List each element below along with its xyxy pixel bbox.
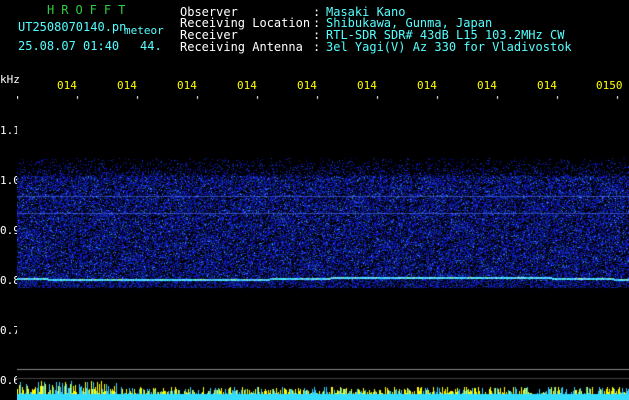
spectrogram-plot: [17, 96, 629, 400]
time-tick: 014: [117, 79, 137, 92]
brand-title: HROFFT: [47, 3, 133, 17]
time-tick: 014: [537, 79, 557, 92]
time-tick: 014: [477, 79, 497, 92]
info-label-antenna: Receiving Antenna: [180, 40, 303, 54]
time-tick: 014: [237, 79, 257, 92]
time-tick: 014: [177, 79, 197, 92]
meteor-count: 44.: [140, 39, 162, 53]
meteor-label: meteor: [124, 24, 164, 37]
axis-unit-label: kHz: [0, 73, 20, 86]
time-tick: 0150: [596, 79, 623, 92]
spectrogram-screen: { "brand": "HROFFT", "filename": "UT2508…: [0, 0, 629, 400]
waterfall-canvas: [17, 96, 629, 400]
info-value-antenna: 3el Yagi(V) Az 330 for Vladivostok: [326, 40, 572, 54]
info-sep: :: [313, 40, 321, 54]
time-tick: 014: [57, 79, 77, 92]
datetime: 25.08.07 01:40: [18, 39, 120, 53]
file-name: UT2508070140.pn: [18, 20, 127, 34]
time-tick: 014: [417, 79, 437, 92]
time-tick: 014: [357, 79, 377, 92]
time-tick: 014: [297, 79, 317, 92]
